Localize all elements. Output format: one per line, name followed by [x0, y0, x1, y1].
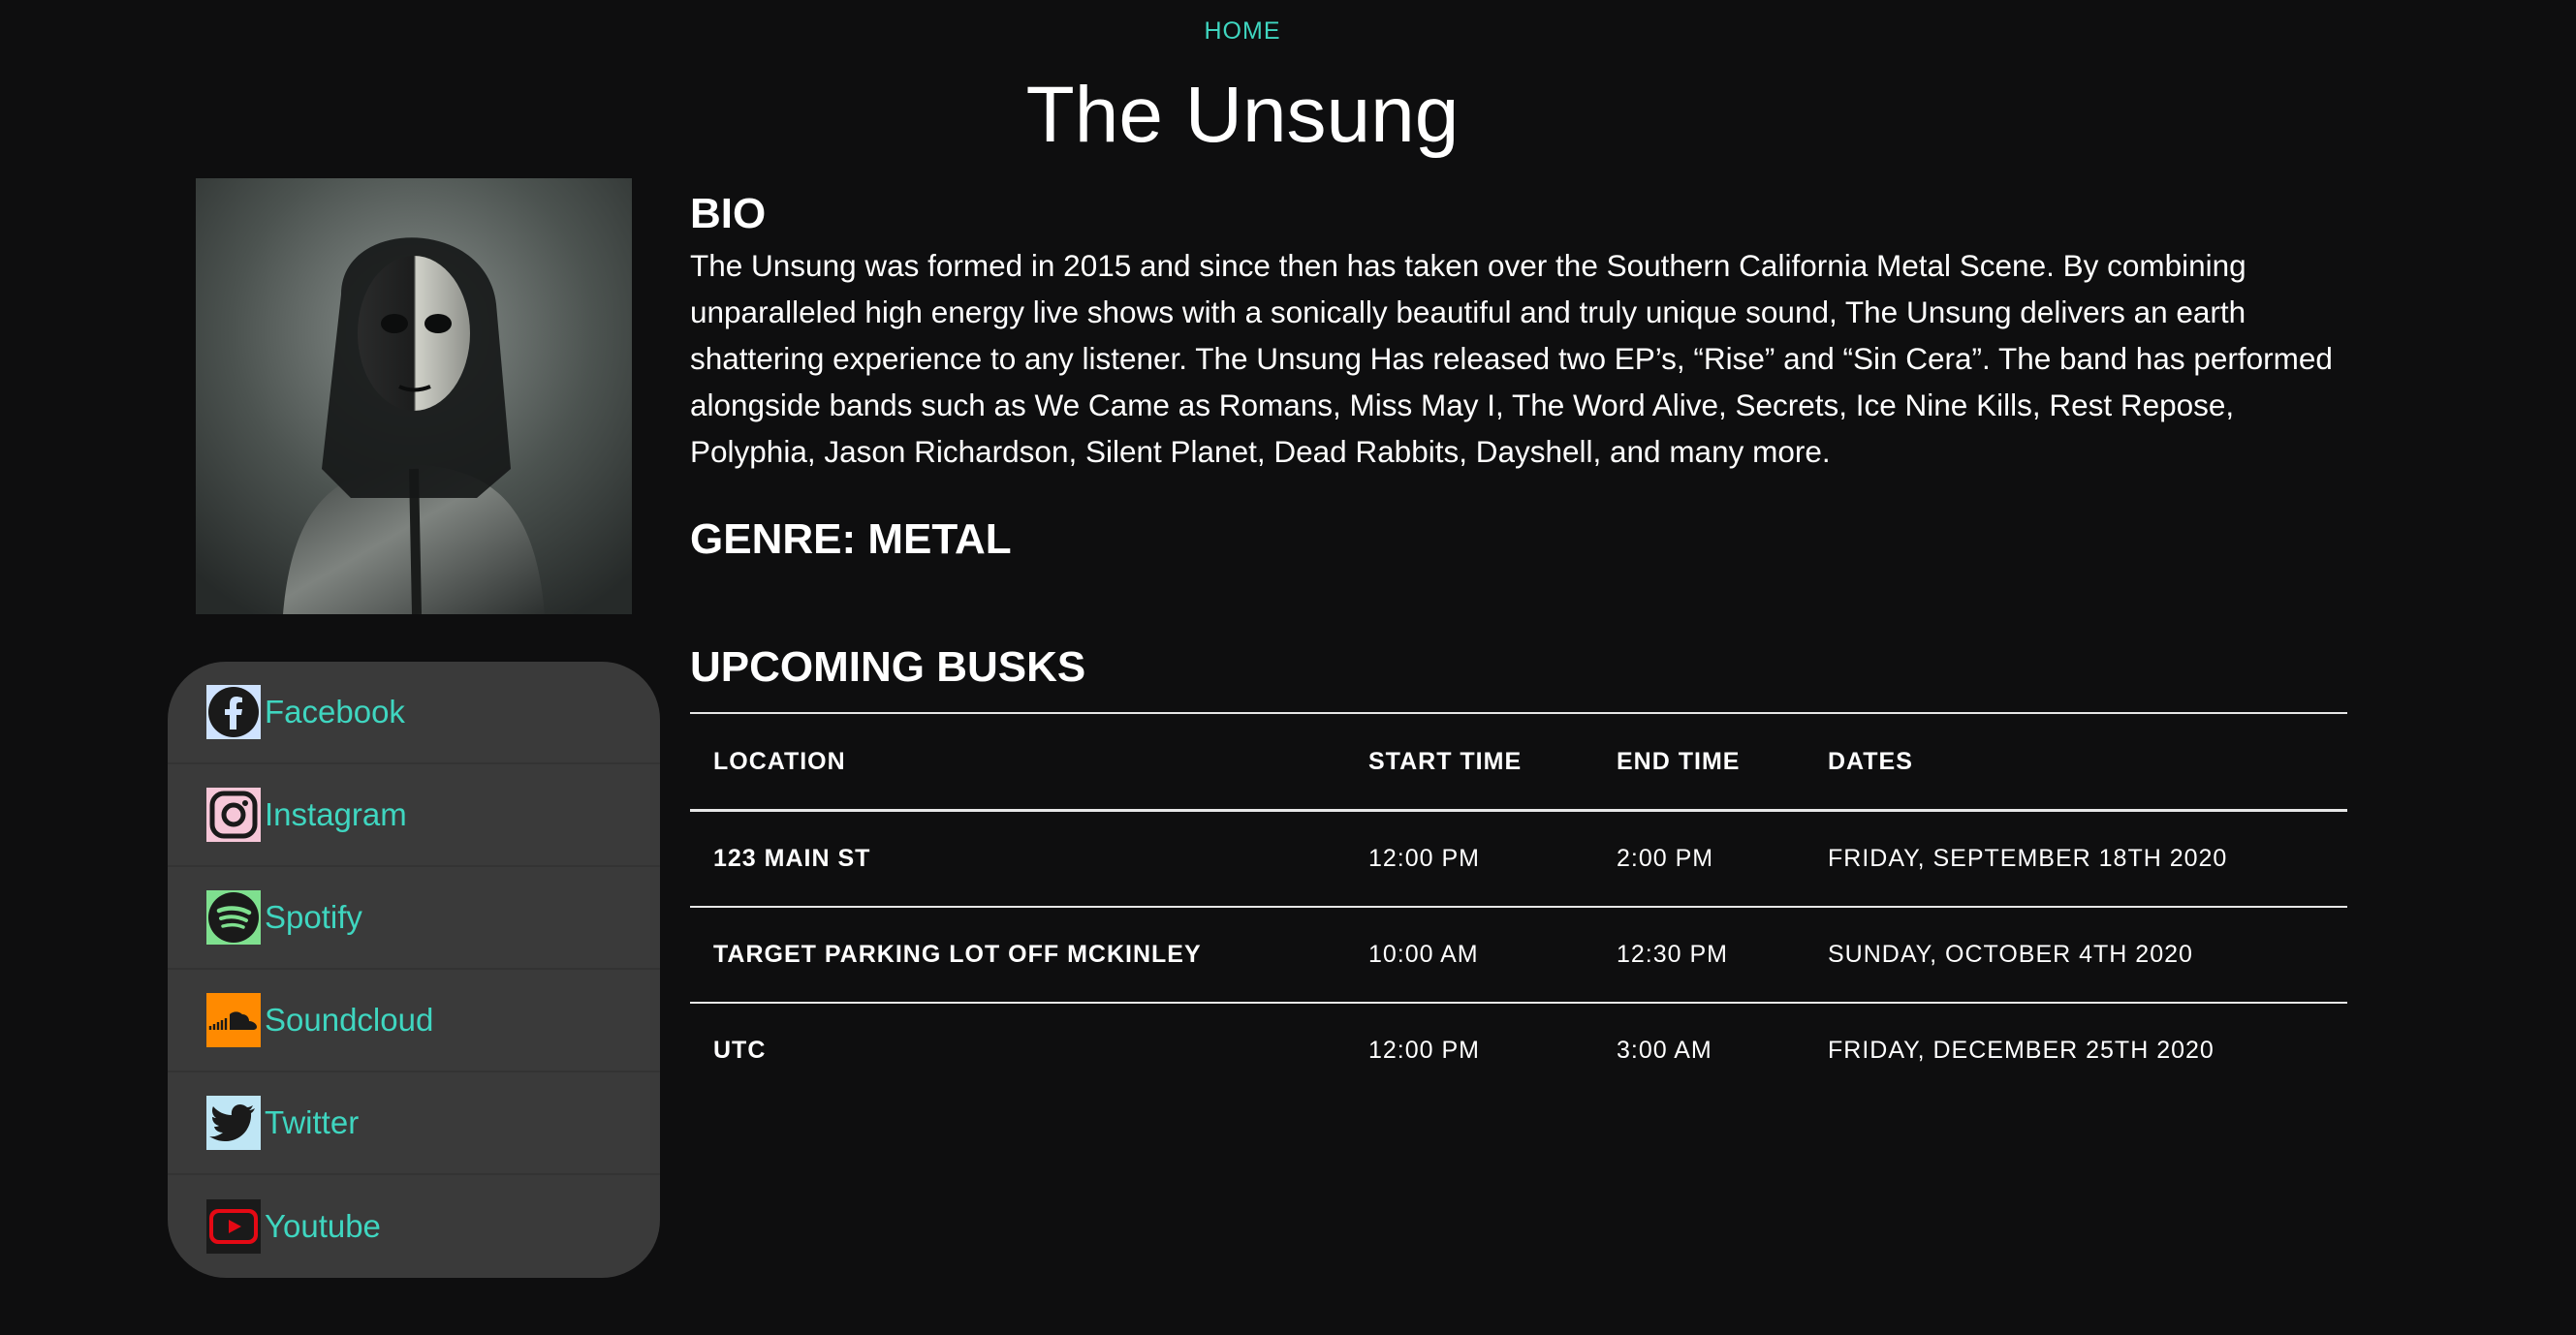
- cell-start-time: 12:00 PM: [1345, 810, 1593, 908]
- social-link-facebook[interactable]: Facebook: [168, 662, 660, 764]
- band-photo: [196, 178, 632, 614]
- column-header-location: LOCATION: [690, 713, 1345, 812]
- cell-location: TARGET PARKING LOT OFF MCKINLEY: [690, 907, 1345, 1004]
- home-link[interactable]: HOME: [0, 17, 2485, 46]
- social-link-label: Instagram: [265, 796, 407, 832]
- social-link-label: Soundcloud: [265, 1002, 434, 1038]
- cell-end-time: 3:00 AM: [1617, 1037, 1712, 1064]
- social-link-youtube[interactable]: Youtube: [168, 1175, 660, 1278]
- social-link-soundcloud[interactable]: Soundcloud: [168, 970, 660, 1072]
- table-header-row: LOCATION START TIME END TIME DATES: [690, 713, 2347, 812]
- page-title: The Unsung: [1025, 71, 1460, 159]
- cell-location: UTC: [713, 1037, 767, 1064]
- social-link-spotify[interactable]: Spotify: [168, 867, 660, 970]
- table-row: TARGET PARKING LOT OFF MCKINLEY 10:00 AM…: [690, 907, 2347, 1004]
- twitter-icon: [206, 1096, 261, 1150]
- social-link-label: Youtube: [265, 1208, 381, 1244]
- column-header-start-time: START TIME: [1345, 713, 1593, 812]
- column-header-dates: DATES: [1805, 713, 2347, 812]
- upcoming-busks-heading: UPCOMING BUSKS: [690, 643, 1086, 691]
- column-header-end-time: END TIME: [1593, 713, 1805, 812]
- social-link-label: Spotify: [265, 899, 362, 935]
- cell-end-time: 2:00 PM: [1593, 810, 1805, 908]
- cell-date: SUNDAY, OCTOBER 4TH 2020: [1805, 907, 2347, 1004]
- cell-end-time: 12:30 PM: [1593, 907, 1805, 1004]
- youtube-icon: [206, 1199, 261, 1254]
- facebook-icon: [206, 685, 261, 739]
- social-link-label: Twitter: [265, 1104, 360, 1140]
- cell-date: FRIDAY, SEPTEMBER 18TH 2020: [1805, 810, 2347, 908]
- social-link-instagram[interactable]: Instagram: [168, 764, 660, 867]
- table-row: 123 MAIN ST 12:00 PM 2:00 PM FRIDAY, SEP…: [690, 810, 2347, 908]
- cell-start-time: 10:00 AM: [1345, 907, 1593, 1004]
- bio-text: The Unsung was formed in 2015 and since …: [690, 248, 2333, 469]
- social-links-panel: Facebook Instagram Spotify Soundcloud Tw…: [168, 662, 660, 1278]
- social-link-twitter[interactable]: Twitter: [168, 1072, 660, 1175]
- cell-location: 123 MAIN ST: [690, 810, 1345, 908]
- soundcloud-icon: [206, 993, 261, 1047]
- bio-heading: BIO: [690, 190, 767, 237]
- cell-start-time: 12:00 PM: [1368, 1037, 1481, 1064]
- spotify-icon: [206, 890, 261, 945]
- genre-heading: GENRE: METAL: [690, 515, 1012, 563]
- instagram-icon: [206, 788, 261, 842]
- table-row: UTC 12:00 PM 3:00 AM FRIDAY, DECEMBER 25…: [690, 1003, 2347, 1098]
- busks-table: LOCATION START TIME END TIME DATES 123 M…: [690, 712, 2347, 1098]
- cell-date: FRIDAY, DECEMBER 25TH 2020: [1828, 1037, 2215, 1064]
- social-link-label: Facebook: [265, 694, 405, 730]
